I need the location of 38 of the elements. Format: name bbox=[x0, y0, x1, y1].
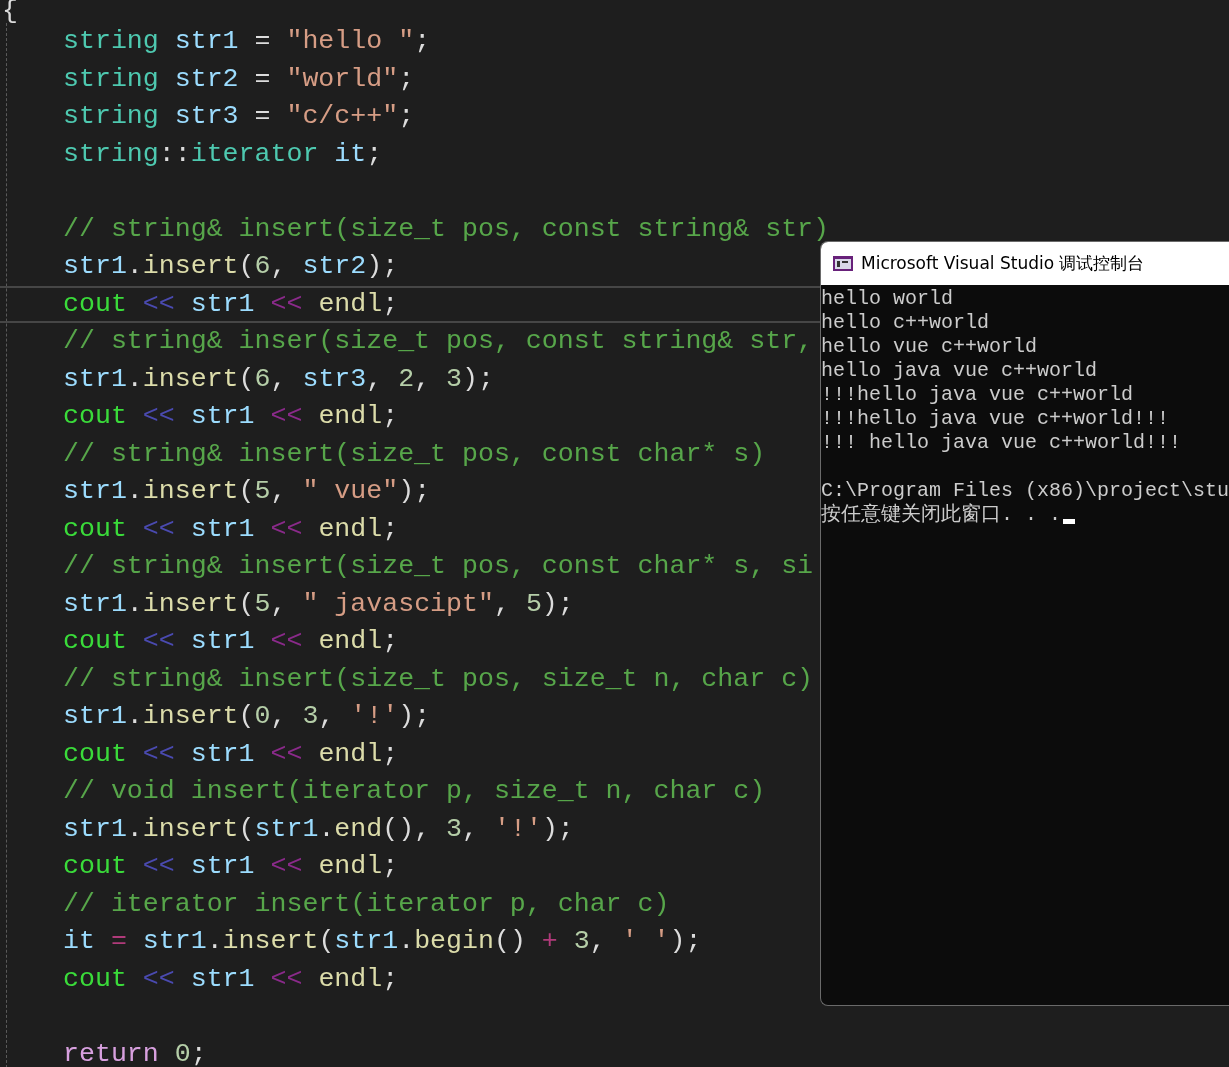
console-output-line: !!! hello java vue c++world!!! bbox=[821, 431, 1182, 455]
code-line: string str3 = "c/c++"; bbox=[63, 100, 415, 133]
code-line: cout << str1 << endl; bbox=[63, 850, 399, 883]
code-line: it = str1.insert(str1.begin() + 3, ' '); bbox=[63, 925, 702, 958]
console-output-line: !!!hello java vue c++world bbox=[821, 383, 1134, 407]
code-line: // void insert(iterator p, size_t n, char c) bbox=[63, 775, 766, 808]
code-line: cout << str1 << endl; bbox=[63, 962, 399, 996]
console-app-icon bbox=[833, 256, 853, 271]
code-line: string str2 = "world"; bbox=[63, 62, 415, 96]
code-line: cout << str1 << endl; bbox=[63, 737, 399, 771]
console-output-line: hello java vue c++world bbox=[821, 359, 1098, 383]
text-cursor bbox=[1063, 518, 1075, 524]
code-line: // string& insert(size_t pos, const char* s, si bbox=[63, 550, 814, 583]
code-line: // string& insert(size_t pos, const char* s) bbox=[63, 437, 766, 471]
code-line: // string& inser(size_t pos, const string& str, bbox=[63, 325, 814, 358]
console-output-line: hello c++world bbox=[821, 311, 990, 335]
code-line: str1.insert(str1.end(), 3, '!'); bbox=[63, 812, 574, 846]
code-line: str1.insert(6, str2); bbox=[63, 250, 399, 283]
code-line: str1.insert(0, 3, '!'); bbox=[63, 700, 431, 733]
console-output-line: hello world bbox=[821, 287, 954, 311]
console-output-line: C:\Program Files (x86)\project\stu bbox=[821, 479, 1229, 503]
code-line: str1.insert(6, str3, 2, 3); bbox=[63, 362, 494, 396]
code-line: cout << str1 << endl; bbox=[63, 512, 399, 546]
code-line: return 0; bbox=[63, 1037, 207, 1067]
console-output-line: hello vue c++world bbox=[821, 335, 1038, 359]
console-output-line: 按任意键关闭此窗口. . . bbox=[821, 503, 1061, 527]
code-line: str1.insert(5, " javascipt", 5); bbox=[63, 587, 574, 621]
code-line: cout << str1 << endl; bbox=[63, 400, 399, 433]
code-line: string::iterator it; bbox=[63, 137, 383, 171]
code-line: cout << str1 << endl; bbox=[63, 287, 399, 321]
console-output-line: !!!hello java vue c++world!!! bbox=[821, 407, 1170, 431]
console-title: Microsoft Visual Studio 调试控制台 bbox=[861, 252, 1145, 275]
code-line: str1.insert(5, " vue"); bbox=[63, 475, 431, 508]
code-line: // string& insert(size_t pos, size_t n, char c) bbox=[63, 662, 814, 696]
code-line: // string& insert(size_t pos, const string& str) bbox=[63, 212, 830, 246]
code-line: cout << str1 << endl; bbox=[63, 625, 399, 658]
code-line: // iterator insert(iterator p, char c) bbox=[63, 887, 670, 921]
code-line: string str1 = "hello "; bbox=[63, 25, 431, 58]
